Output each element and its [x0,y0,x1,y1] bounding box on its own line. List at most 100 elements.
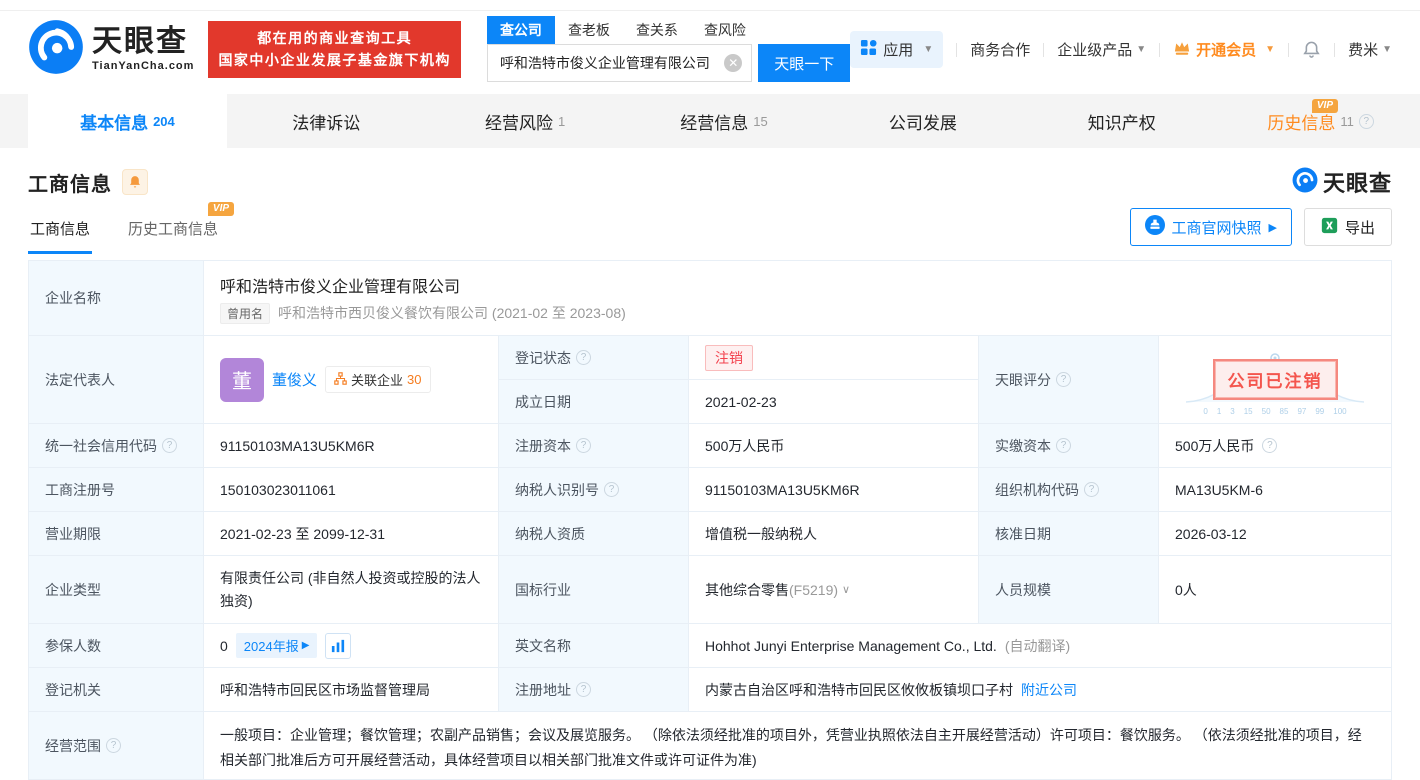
help-icon[interactable]: ? [1358,113,1374,129]
help-icon[interactable]: ? [604,482,619,497]
export-button[interactable]: 导出 [1303,208,1392,246]
search-button[interactable]: 天眼一下 [758,44,851,82]
nav-enterprise-label: 企业级产品 [1057,42,1133,59]
tab-basic-info[interactable]: 基本信息 204 [28,94,227,148]
english-name-text: Hohhot Junyi Enterprise Management Co., … [705,637,997,654]
divider [1288,42,1290,57]
value-industry: 其他综合零售 (F5219) ∨ [689,556,979,624]
chevron-down-icon: ▼ [923,44,934,55]
value-insured-count: 0 2024年报 ▶ [204,624,499,668]
nav-enterprise-product[interactable]: 企业级产品 ▼ [1057,39,1146,60]
help-icon[interactable]: ? [1262,438,1278,453]
tab-count: 11 [1340,113,1354,129]
help-icon[interactable]: ? [1056,438,1071,453]
search-input[interactable] [486,44,753,82]
help-icon[interactable]: ? [576,682,591,697]
industry-text: 其他综合零售 [705,581,789,598]
notification-bell-icon[interactable] [1302,40,1321,59]
chart-icon[interactable] [325,632,352,659]
search-tab-company[interactable]: 查公司 [486,16,555,44]
search-tab-risk[interactable]: 查风险 [691,16,759,44]
label-business-scope: 经营范围 ? [29,712,204,779]
help-icon[interactable]: ? [576,350,591,365]
nearby-companies-link[interactable]: 附近公司 [1021,680,1077,700]
label-english-name: 英文名称 [499,624,689,668]
open-vip-button[interactable]: 开通会员 ▼ [1173,39,1275,60]
top-strip [0,0,1420,10]
label-text: 工商注册号 [45,481,115,498]
annual-report-label: 2024年报 [243,639,299,654]
subtab-business-info[interactable]: 工商信息 [28,204,93,254]
label-text: 国标行业 [515,581,571,598]
chevron-down-icon[interactable]: ∨ [842,583,850,596]
help-icon[interactable]: ? [1084,482,1099,497]
help-icon[interactable]: ? [106,738,121,753]
capital-text: 500万人民币 [705,437,785,454]
avatar[interactable]: 董 [220,357,264,402]
label-text: 纳税人识别号 [515,481,599,498]
nav-cooperation[interactable]: 商务合作 [970,39,1030,60]
label-registration-authority: 登记机关 [29,668,204,712]
apps-menu[interactable]: 应用 ▼ [850,31,944,68]
value-paid-capital: 500万人民币 ? [1159,424,1391,468]
label-text: 组织机构代码 [995,481,1079,498]
tab-company-development[interactable]: 公司发展 [823,94,1022,148]
main-tab-bar: 基本信息 204 法律诉讼 经营风险 1 经营信息 15 公司发展 知识产权 V… [0,94,1420,148]
search-tab-boss[interactable]: 查老板 [555,16,623,44]
value-approval-date: 2026-03-12 [1159,512,1391,556]
label-text: 注册资本 [515,437,571,454]
subscribe-bell-icon[interactable] [122,169,148,195]
legal-rep-link[interactable]: 董俊义 [272,369,317,390]
subtab-history-business-info[interactable]: VIP 历史工商信息 [126,202,235,254]
company-name-text: 呼和浩特市俊义企业管理有限公司 [220,278,461,296]
tab-operation-info[interactable]: 经营信息 15 [625,94,824,148]
tab-legal-litigation[interactable]: 法律诉讼 [227,94,426,148]
label-credit-code: 统一社会信用代码 ? [29,424,204,468]
divider [1334,42,1336,57]
label-staff-size: 人员规模 [979,556,1159,624]
user-menu[interactable]: 费米 ▼ [1348,39,1392,60]
business-scope-text: 一般项目：企业管理；餐饮管理；农副产品销售；会议及展览服务。 （除依法须经批准的… [220,727,1362,768]
company-cancelled-stamp: 公司已注销 [1212,359,1338,400]
watermark-text: 天眼查 [1322,171,1392,196]
label-text: 天眼评分 [995,371,1051,388]
help-icon[interactable]: ? [162,438,177,453]
tianyancha-logo[interactable]: 天眼查 TianYanCha.com [28,19,194,80]
label-text: 人员规模 [995,581,1051,598]
tab-label: 法律诉讼 [292,113,361,133]
label-text: 经营范围 [45,737,101,754]
score-scale: 0 1 3 15 50 85 97 99 100 [1203,407,1347,416]
official-snapshot-button[interactable]: 工商官网快照 ▶ [1129,208,1292,246]
help-icon[interactable]: ? [576,438,591,453]
label-legal-representative: 法定代表人 [29,336,204,424]
export-label: 导出 [1344,219,1375,237]
divider [956,42,958,57]
brand-banner: 都在用的商业查询工具 国家中小企业发展子基金旗下机构 [208,20,461,79]
label-text: 实缴资本 [995,437,1051,454]
label-text: 成立日期 [515,393,571,410]
label-industry: 国标行业 [499,556,689,624]
label-registered-address: 注册地址 ? [499,668,689,712]
tab-operation-risk[interactable]: 经营风险 1 [426,94,625,148]
search-tab-relation[interactable]: 查关系 [623,16,691,44]
authority-text: 呼和浩特市回民区市场监督管理局 [220,681,430,698]
tab-label: 经营信息 [680,113,749,133]
tab-count: 204 [153,113,175,129]
label-registered-capital: 注册资本 ? [499,424,689,468]
logo-title: 天眼查 [92,25,188,58]
help-icon[interactable]: ? [1056,372,1071,387]
annual-report-badge[interactable]: 2024年报 ▶ [235,633,318,658]
vip-badge: VIP [207,202,235,216]
former-name-text: 呼和浩特市西贝俊义餐饮有限公司 (2021-02 至 2023-08) [278,305,626,321]
tab-intellectual-property[interactable]: 知识产权 [1022,94,1221,148]
tab-label: 公司发展 [888,113,957,133]
date-text: 2021-02-23 [705,393,777,410]
label-text: 法定代表人 [45,371,115,388]
related-count: 30 [407,372,422,387]
tab-history-info[interactable]: VIP 历史信息 11 ? [1221,94,1420,148]
related-companies-badge[interactable]: 关联企业 30 [325,366,431,393]
label-org-code: 组织机构代码 ? [979,468,1159,512]
auto-translate-note: (自动翻译) [1004,637,1071,654]
label-company-type: 企业类型 [29,556,204,624]
label-text: 企业名称 [45,290,101,306]
